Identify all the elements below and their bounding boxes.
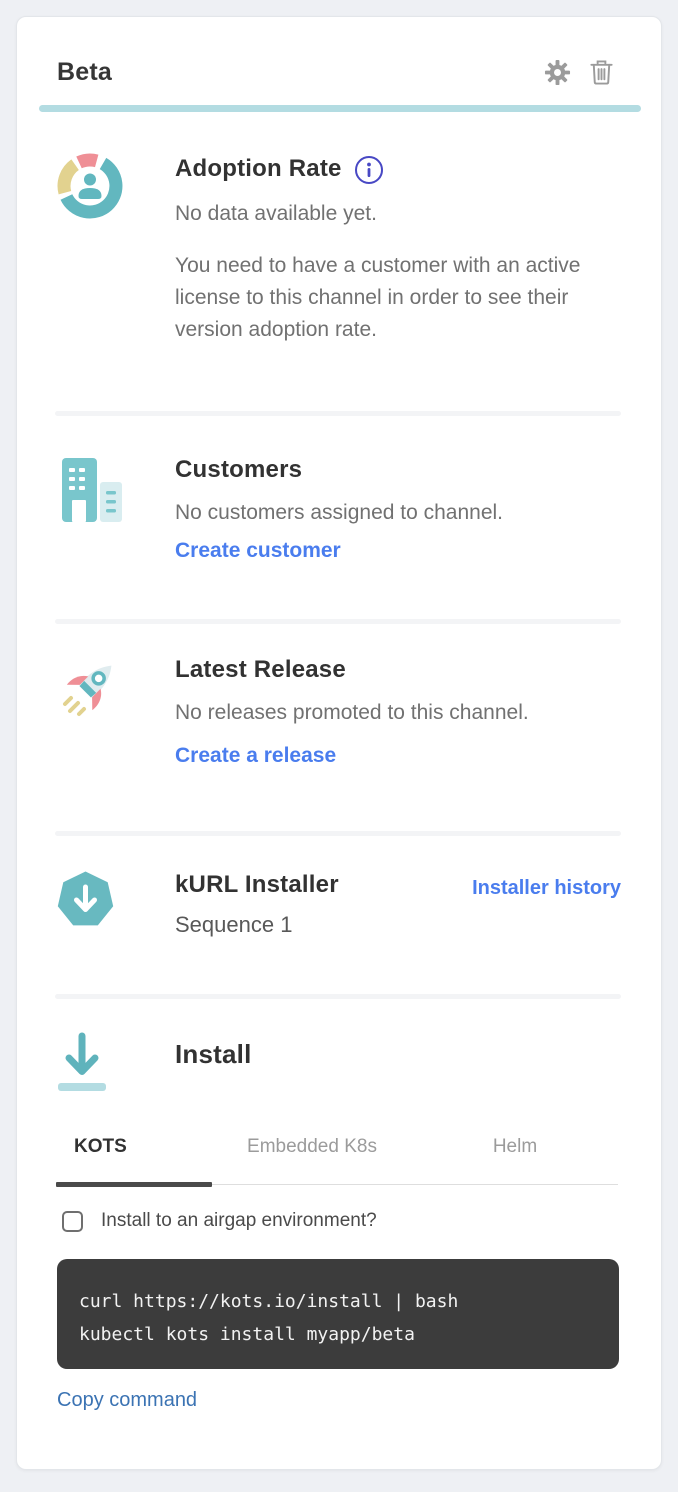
download-arrow-icon bbox=[57, 1080, 107, 1097]
tab-embedded-k8s[interactable]: Embedded K8s bbox=[212, 1136, 412, 1158]
adoption-donut-user-icon bbox=[57, 206, 123, 223]
customers-title: Customers bbox=[175, 456, 621, 484]
latest-release-title: Latest Release bbox=[175, 656, 621, 684]
adoption-rate-section: Adoption Rate No data available yet. You… bbox=[57, 153, 621, 346]
command-line: kubectl kots install myapp/beta bbox=[79, 1318, 597, 1351]
copy-command-link[interactable]: Copy command bbox=[57, 1389, 197, 1412]
channel-card: Beta bbox=[16, 16, 662, 1470]
install-title: Install bbox=[175, 1039, 621, 1070]
airgap-label[interactable]: Install to an airgap environment? bbox=[101, 1210, 377, 1232]
tab-kots[interactable]: KOTS bbox=[56, 1136, 212, 1158]
install-tabs: KOTS Embedded K8s Helm bbox=[56, 1127, 618, 1187]
latest-release-section: Latest Release No releases promoted to t… bbox=[57, 656, 621, 768]
kurl-heptagon-download-icon bbox=[57, 915, 114, 932]
create-release-link[interactable]: Create a release bbox=[175, 744, 336, 768]
section-divider bbox=[55, 831, 621, 836]
kurl-installer-section: kURL Installer Sequence 1 Installer hist… bbox=[57, 871, 621, 938]
airgap-option: Install to an airgap environment? bbox=[62, 1210, 377, 1232]
customers-empty-text: No customers assigned to channel. bbox=[175, 497, 621, 529]
airgap-checkbox[interactable] bbox=[62, 1211, 83, 1232]
trash-icon[interactable] bbox=[588, 59, 615, 86]
section-divider bbox=[55, 994, 621, 999]
kurl-installer-title: kURL Installer bbox=[175, 871, 339, 899]
installer-sequence: Sequence 1 bbox=[175, 912, 339, 938]
release-empty-text: No releases promoted to this channel. bbox=[175, 697, 621, 729]
active-tab-indicator bbox=[56, 1182, 212, 1187]
channel-accent-bar bbox=[39, 105, 641, 112]
install-section: Install bbox=[57, 1031, 621, 1098]
adoption-rate-title: Adoption Rate bbox=[175, 155, 342, 183]
buildings-icon bbox=[57, 511, 125, 528]
create-customer-link[interactable]: Create customer bbox=[175, 539, 341, 563]
gear-icon[interactable] bbox=[544, 59, 571, 86]
command-line: curl https://kots.io/install | bash bbox=[79, 1285, 597, 1318]
section-divider bbox=[55, 411, 621, 416]
channel-title: Beta bbox=[57, 58, 112, 87]
section-divider bbox=[55, 619, 621, 624]
installer-history-link[interactable]: Installer history bbox=[472, 877, 621, 938]
adoption-help-text: You need to have a customer with an acti… bbox=[175, 250, 621, 346]
info-icon[interactable] bbox=[354, 155, 384, 185]
tab-helm[interactable]: Helm bbox=[412, 1136, 618, 1158]
customers-section: Customers No customers assigned to chann… bbox=[57, 456, 621, 563]
adoption-empty-text: No data available yet. bbox=[175, 198, 621, 230]
install-command-block: curl https://kots.io/install | bash kube… bbox=[57, 1259, 619, 1369]
card-header: Beta bbox=[17, 17, 661, 87]
rocket-icon bbox=[57, 711, 125, 728]
